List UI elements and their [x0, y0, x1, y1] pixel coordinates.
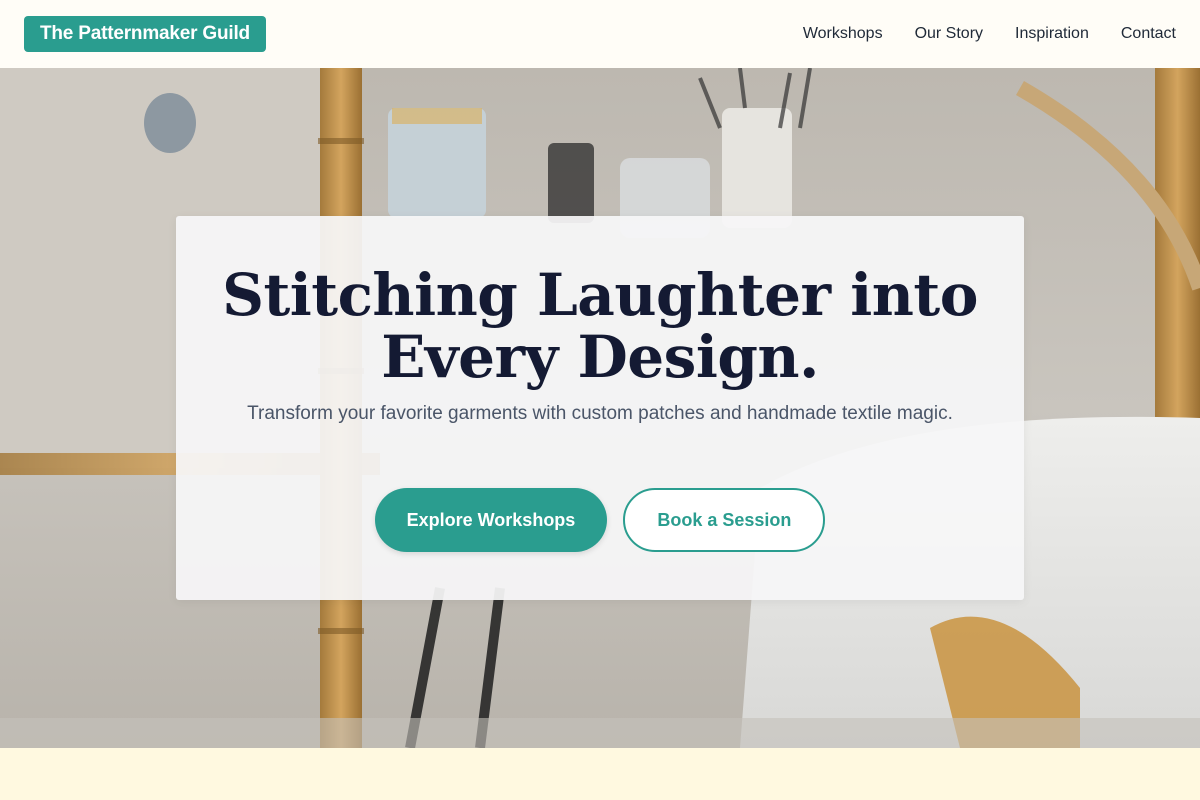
nav-link-workshops[interactable]: Workshops [803, 25, 883, 43]
site-header: The Patternmaker Guild Workshops Our Sto… [0, 0, 1200, 68]
hero-section: Stitching Laughter into Every Design. Tr… [0, 68, 1200, 748]
explore-workshops-button[interactable]: Explore Workshops [374, 488, 608, 552]
next-section [0, 748, 1200, 800]
hero-title: Stitching Laughter into Every Design. [222, 261, 978, 391]
hero-actions: Explore Workshops Book a Session [176, 488, 1024, 552]
brand-logo[interactable]: The Patternmaker Guild [24, 16, 266, 52]
hero-card: Stitching Laughter into Every Design. Tr… [176, 216, 1024, 600]
main-nav: Workshops Our Story Inspiration Contact [803, 25, 1176, 43]
book-session-button[interactable]: Book a Session [623, 488, 826, 552]
nav-link-our-story[interactable]: Our Story [915, 25, 983, 43]
nav-link-inspiration[interactable]: Inspiration [1015, 25, 1089, 43]
hero-subtitle: Transform your favorite garments with cu… [247, 403, 953, 424]
nav-link-contact[interactable]: Contact [1121, 25, 1176, 43]
